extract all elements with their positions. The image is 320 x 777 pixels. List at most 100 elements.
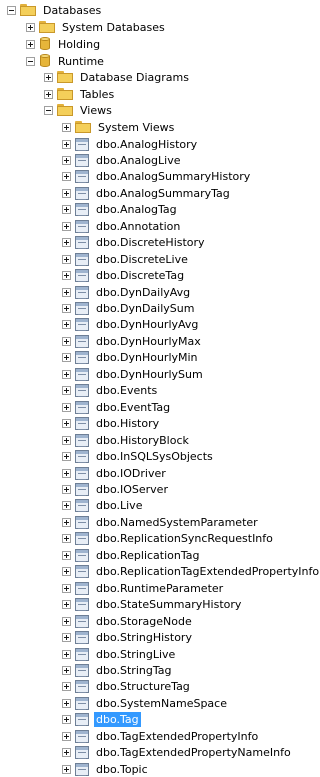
- expand-toggle[interactable]: [62, 320, 71, 330]
- expand-toggle[interactable]: [62, 386, 71, 396]
- node-label[interactable]: dbo.EventTag: [94, 400, 172, 415]
- node-label[interactable]: dbo.DynHourlySum: [94, 367, 205, 382]
- expand-toggle[interactable]: [62, 452, 71, 462]
- expand-toggle[interactable]: [62, 665, 71, 675]
- tree-node-view[interactable]: dbo.StringHistory: [62, 630, 194, 646]
- tree-node-view[interactable]: dbo.StringTag: [62, 662, 173, 678]
- node-label[interactable]: dbo.TagExtendedPropertyInfo: [94, 729, 260, 744]
- expand-toggle[interactable]: [62, 188, 71, 198]
- tree-node-view[interactable]: dbo.AnalogSummaryHistory: [62, 169, 252, 185]
- tree-node-view[interactable]: dbo.Events: [62, 383, 159, 399]
- tree-node-view[interactable]: dbo.Tag: [62, 712, 141, 728]
- tree-node-view[interactable]: dbo.DiscreteTag: [62, 268, 186, 284]
- expand-toggle[interactable]: [62, 682, 71, 692]
- node-label[interactable]: Runtime: [56, 54, 106, 69]
- tree-node-view[interactable]: dbo.StringLive: [62, 646, 177, 662]
- tree-node-holding[interactable]: Holding: [26, 36, 102, 52]
- node-label[interactable]: dbo.ReplicationTag: [94, 548, 202, 563]
- collapse-toggle[interactable]: [7, 5, 16, 15]
- tree-node-databases[interactable]: Databases: [7, 2, 103, 18]
- tree-node-view[interactable]: dbo.Annotation: [62, 218, 182, 234]
- tree-node-system-databases[interactable]: System Databases: [26, 19, 167, 35]
- tree-node-view[interactable]: dbo.DynHourlyAvg: [62, 317, 200, 333]
- node-label[interactable]: dbo.DynHourlyAvg: [94, 317, 200, 332]
- expand-toggle[interactable]: [62, 435, 71, 445]
- node-label[interactable]: dbo.IOServer: [94, 482, 170, 497]
- tree-node-view[interactable]: dbo.AnalogLive: [62, 152, 182, 168]
- expand-toggle[interactable]: [62, 238, 71, 248]
- expand-toggle[interactable]: [62, 534, 71, 544]
- node-label[interactable]: Tables: [78, 87, 116, 102]
- expand-toggle[interactable]: [62, 172, 71, 182]
- node-label[interactable]: dbo.Topic: [94, 762, 150, 777]
- tree-node-view[interactable]: dbo.EventTag: [62, 399, 172, 415]
- tree-node-view[interactable]: dbo.DiscreteLive: [62, 251, 190, 267]
- tree-node-view[interactable]: dbo.DynDailyAvg: [62, 284, 192, 300]
- collapse-toggle[interactable]: [44, 105, 53, 115]
- expand-toggle[interactable]: [62, 484, 71, 494]
- tree-node-views[interactable]: Views: [44, 102, 114, 118]
- node-label[interactable]: dbo.DynDailySum: [94, 301, 196, 316]
- node-label[interactable]: dbo.ReplicationTagExtendedPropertyInfo: [94, 564, 320, 579]
- expand-toggle[interactable]: [62, 649, 71, 659]
- node-label[interactable]: System Databases: [60, 20, 167, 35]
- expand-toggle[interactable]: [62, 271, 71, 281]
- tree-node-view[interactable]: dbo.RuntimeParameter: [62, 580, 225, 596]
- expand-toggle[interactable]: [62, 517, 71, 527]
- tree-node-runtime[interactable]: Runtime: [26, 53, 106, 69]
- node-label[interactable]: dbo.RuntimeParameter: [94, 581, 225, 596]
- tree-node-tables[interactable]: Tables: [44, 86, 116, 102]
- node-label[interactable]: dbo.DynHourlyMin: [94, 350, 200, 365]
- node-label[interactable]: dbo.AnalogHistory: [94, 137, 199, 152]
- expand-toggle[interactable]: [62, 583, 71, 593]
- tree-node-view[interactable]: dbo.ReplicationTagExtendedPropertyInfo: [62, 564, 320, 580]
- node-label[interactable]: dbo.Tag: [94, 712, 141, 728]
- tree-node-view[interactable]: dbo.StorageNode: [62, 613, 194, 629]
- tree-node-view[interactable]: dbo.Topic: [62, 761, 150, 777]
- node-label[interactable]: System Views: [96, 120, 176, 135]
- tree-node-view[interactable]: dbo.DynHourlyMax: [62, 333, 203, 349]
- expand-toggle[interactable]: [44, 72, 53, 82]
- expand-toggle[interactable]: [62, 501, 71, 511]
- expand-toggle[interactable]: [62, 764, 71, 774]
- node-label[interactable]: dbo.SystemNameSpace: [94, 696, 229, 711]
- tree-node-view[interactable]: dbo.ReplicationSyncRequestInfo: [62, 531, 275, 547]
- expand-toggle[interactable]: [62, 715, 71, 725]
- expand-toggle[interactable]: [62, 402, 71, 412]
- tree-node-view[interactable]: dbo.StateSummaryHistory: [62, 597, 243, 613]
- node-label[interactable]: dbo.DynDailyAvg: [94, 285, 192, 300]
- tree-node-view[interactable]: dbo.ReplicationTag: [62, 547, 202, 563]
- node-label[interactable]: Database Diagrams: [78, 70, 191, 85]
- node-label[interactable]: dbo.IODriver: [94, 466, 168, 481]
- expand-toggle[interactable]: [62, 353, 71, 363]
- tree-node-view[interactable]: dbo.StructureTag: [62, 679, 192, 695]
- tree-node-database-diagrams[interactable]: Database Diagrams: [44, 69, 191, 85]
- expand-toggle[interactable]: [62, 600, 71, 610]
- expand-toggle[interactable]: [62, 221, 71, 231]
- node-label[interactable]: dbo.AnalogLive: [94, 153, 182, 168]
- node-label[interactable]: Views: [78, 103, 114, 118]
- expand-toggle[interactable]: [62, 698, 71, 708]
- node-label[interactable]: dbo.Live: [94, 498, 144, 513]
- node-label[interactable]: dbo.HistoryBlock: [94, 433, 191, 448]
- node-label[interactable]: dbo.NamedSystemParameter: [94, 515, 260, 530]
- node-label[interactable]: dbo.StringTag: [94, 663, 173, 678]
- expand-toggle[interactable]: [62, 254, 71, 264]
- node-label[interactable]: dbo.StringLive: [94, 647, 177, 662]
- expand-toggle[interactable]: [62, 336, 71, 346]
- node-label[interactable]: dbo.DynHourlyMax: [94, 334, 203, 349]
- expand-toggle[interactable]: [62, 550, 71, 560]
- node-label[interactable]: dbo.AnalogTag: [94, 202, 179, 217]
- expand-toggle[interactable]: [62, 419, 71, 429]
- tree-node-view[interactable]: dbo.DynHourlySum: [62, 366, 205, 382]
- expand-toggle[interactable]: [26, 22, 35, 32]
- tree-node-view[interactable]: dbo.NamedSystemParameter: [62, 514, 260, 530]
- tree-node-view[interactable]: dbo.SystemNameSpace: [62, 695, 229, 711]
- expand-toggle[interactable]: [62, 731, 71, 741]
- node-label[interactable]: dbo.History: [94, 416, 161, 431]
- expand-toggle[interactable]: [62, 155, 71, 165]
- node-label[interactable]: dbo.StorageNode: [94, 614, 194, 629]
- node-label[interactable]: dbo.StructureTag: [94, 679, 192, 694]
- tree-node-view[interactable]: dbo.History: [62, 416, 161, 432]
- node-label[interactable]: dbo.DiscreteLive: [94, 252, 190, 267]
